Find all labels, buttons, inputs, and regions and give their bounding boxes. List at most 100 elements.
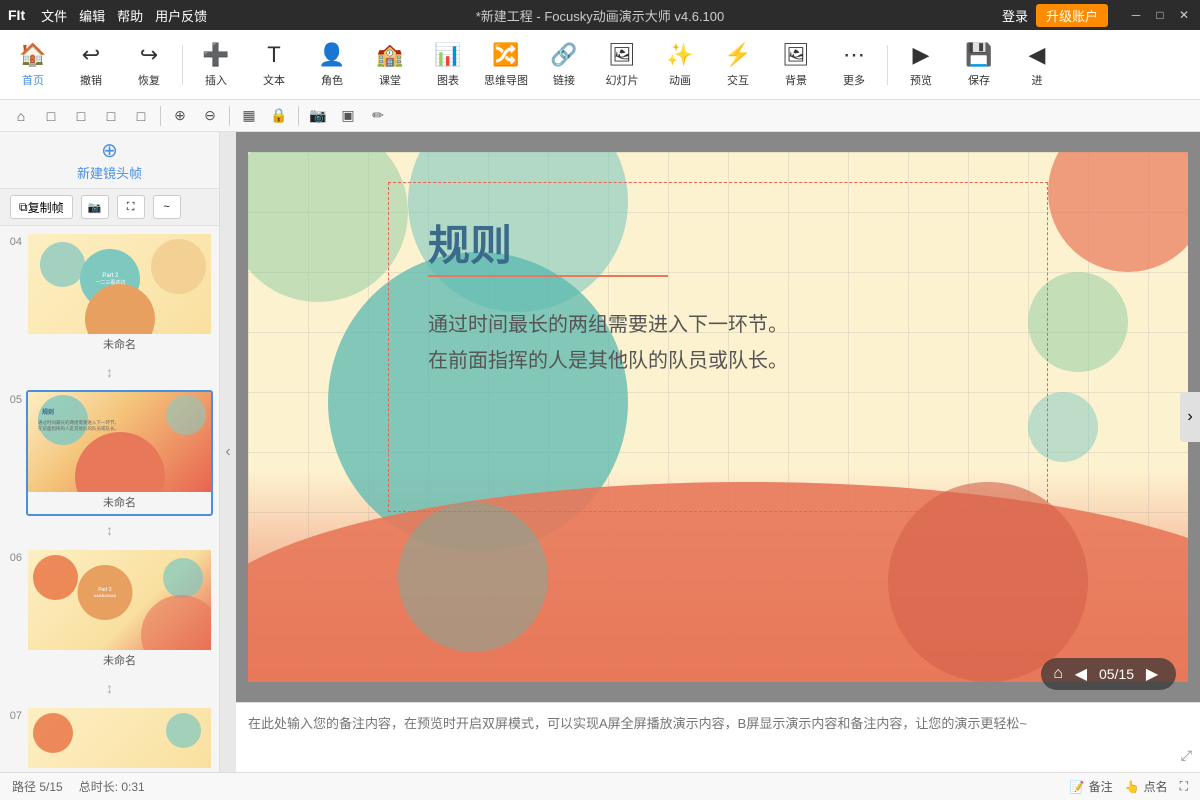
slide-item-04[interactable]: 04 Part 2 一二三看这边 未命名 (0, 226, 219, 360)
iconbar-photo[interactable]: 📷 (305, 103, 331, 129)
toolbar-redo-label: 恢复 (138, 72, 160, 88)
slide-number-04: 04 (6, 232, 26, 358)
pointname-icon: 👆 (1125, 780, 1140, 794)
title-bar-right: 登录 升级账户 ─ □ ✕ (1002, 4, 1192, 27)
fullscreen-button[interactable]: ⛶ (1180, 779, 1188, 794)
right-panel-collapse[interactable]: › (1180, 392, 1200, 442)
canvas-wrapper[interactable]: 规则 通过时间最长的两组需要进入下一环节。 在前面指挥的人是其他队的队员或队长。… (236, 132, 1200, 702)
new-frame-button[interactable]: ⊕ 新建镜头帧 (0, 132, 219, 189)
iconbar-home[interactable]: ⌂ (8, 103, 34, 129)
copy-frame-label: 复制帧 (28, 199, 64, 216)
iconbar-zoomin[interactable]: ⊕ (167, 103, 193, 129)
more-icon: ⋯ (843, 42, 865, 68)
iconbar-frame2[interactable]: □ (68, 103, 94, 129)
status-left: 路径 5/15 总时长: 0:31 (12, 778, 145, 795)
slide-item-07[interactable]: 07 (0, 700, 219, 772)
status-page-info: 路径 5/15 (12, 778, 63, 795)
toolbar-more[interactable]: ⋯ 更多 (825, 33, 883, 97)
animation-icon: ✨ (666, 42, 693, 68)
iconbar-frame1[interactable]: □ (38, 103, 64, 129)
slide-thumb-04[interactable]: Part 2 一二三看这边 未命名 (26, 232, 213, 358)
nav-icon: ◀ (1029, 42, 1046, 68)
slide-nav-next-button[interactable]: ▶ (1140, 662, 1164, 686)
slide-body-line2: 在前面指挥的人是其他队的队员或队长。 (428, 343, 788, 379)
text-icon: T (267, 42, 280, 68)
menu-edit[interactable]: 编辑 (79, 6, 105, 25)
slide-divider-06: ↕ (0, 676, 219, 700)
toolbar-slides[interactable]: 🖼 幻灯片 (593, 33, 651, 97)
toolbar-undo[interactable]: ↩ 撤销 (62, 33, 120, 97)
expand-button[interactable]: ⛶ (117, 195, 145, 219)
main-toolbar: 🏠 首页 ↩ 撤销 ↪ 恢复 ➕ 插入 T 文本 👤 角色 🏫 课堂 📊 图表 … (0, 30, 1200, 100)
slide-page-info: 05/15 (1099, 666, 1134, 682)
toolbar-nav[interactable]: ◀ 进 (1008, 33, 1066, 97)
collapse-arrow-icon: ‹ (225, 443, 230, 461)
fullscreen-icon: ⛶ (1180, 779, 1188, 794)
notes-expand-button[interactable]: ⤢ (1181, 747, 1192, 764)
app-logo: FIt (8, 7, 25, 23)
toolbar-role[interactable]: 👤 角色 (303, 33, 361, 97)
toolbar-preview[interactable]: ▶ 预览 (892, 33, 950, 97)
slide-body[interactable]: 通过时间最长的两组需要进入下一环节。 在前面指挥的人是其他队的队员或队长。 (428, 307, 788, 379)
notes-icon: 📝 (1070, 780, 1085, 794)
slide-nav-prev-button[interactable]: ◀ (1069, 662, 1093, 686)
menu-help[interactable]: 帮助 (117, 6, 143, 25)
toolbar-role-label: 角色 (321, 72, 343, 88)
pointname-button[interactable]: 👆 点名 (1125, 778, 1168, 795)
copy-frame-button[interactable]: ⧉ 复制帧 (10, 195, 73, 219)
menu-feedback[interactable]: 用户反馈 (155, 6, 207, 25)
toolbar-nav-label: 进 (1032, 72, 1043, 88)
chart-icon: 📊 (434, 42, 461, 68)
login-button[interactable]: 登录 (1002, 6, 1028, 25)
toolbar-redo[interactable]: ↪ 恢复 (120, 33, 178, 97)
upgrade-button[interactable]: 升级账户 (1036, 4, 1108, 27)
toolbar-home[interactable]: 🏠 首页 (4, 33, 62, 97)
toolbar-undo-label: 撤销 (80, 72, 102, 88)
more-frame-button[interactable]: ~ (153, 195, 181, 219)
slide-thumb-06[interactable]: Part 3 AABB/ABAB 未命名 (26, 548, 213, 674)
toolbar-bg[interactable]: 🖼 背景 (767, 33, 825, 97)
slide-nav-home-button[interactable]: ⌂ (1053, 665, 1063, 683)
slide-item-06[interactable]: 06 Part 3 AABB/ABAB 未命名 (0, 542, 219, 676)
maximize-button[interactable]: □ (1152, 7, 1168, 23)
iconbar-zoomout[interactable]: ⊖ (197, 103, 223, 129)
collapse-panel-button[interactable]: ‹ (220, 132, 236, 772)
toolbar-insert[interactable]: ➕ 插入 (187, 33, 245, 97)
toolbar-mindmap[interactable]: 🔀 思维导图 (477, 33, 535, 97)
slide-divider-04: ↕ (0, 360, 219, 384)
close-button[interactable]: ✕ (1176, 7, 1192, 23)
slide-title[interactable]: 规则 (428, 212, 788, 273)
toolbar-interact[interactable]: ⚡ 交互 (709, 33, 767, 97)
slide-divider-05: ↕ (0, 518, 219, 542)
iconbar-frame3[interactable]: □ (98, 103, 124, 129)
canvas-area: 规则 通过时间最长的两组需要进入下一环节。 在前面指挥的人是其他队的队员或队长。… (236, 132, 1200, 772)
iconbar-frame4[interactable]: □ (128, 103, 154, 129)
notes-button[interactable]: 📝 备注 (1070, 778, 1113, 795)
slide-thumb-07[interactable] (26, 706, 213, 770)
iconbar-lock[interactable]: 🔒 (266, 103, 292, 129)
notes-input[interactable] (248, 713, 1188, 763)
slide-thumb-05[interactable]: 规则 通过时间最长的两组需要进入下一环节。在前面指挥的人是其他队的队员或队长。 … (26, 390, 213, 516)
link-icon: 🔗 (550, 42, 577, 68)
camera-button[interactable]: 📷 (81, 195, 109, 219)
bg-circle-r1 (1028, 272, 1128, 372)
slide-item-05[interactable]: 05 规则 通过时间最长的两组需要进入下一环节。在前面指挥的人是其他队的队员或队… (0, 384, 219, 518)
toolbar-link[interactable]: 🔗 链接 (535, 33, 593, 97)
minimize-button[interactable]: ─ (1128, 7, 1144, 23)
iconbar-select[interactable]: ▣ (335, 103, 361, 129)
interact-icon: ⚡ (724, 42, 751, 68)
title-bar-menu: 文件 编辑 帮助 用户反馈 (41, 6, 207, 25)
home-icon: 🏠 (19, 42, 46, 68)
menu-file[interactable]: 文件 (41, 6, 67, 25)
iconbar-edit[interactable]: ✏ (365, 103, 391, 129)
toolbar-text[interactable]: T 文本 (245, 33, 303, 97)
plus-icon: ⊕ (101, 138, 118, 163)
toolbar-animation[interactable]: ✨ 动画 (651, 33, 709, 97)
status-duration: 总时长: 0:31 (79, 778, 145, 795)
iconbar-grid[interactable]: ▦ (236, 103, 262, 129)
toolbar-class[interactable]: 🏫 课堂 (361, 33, 419, 97)
toolbar-chart[interactable]: 📊 图表 (419, 33, 477, 97)
role-icon: 👤 (318, 42, 345, 68)
slide-canvas[interactable]: 规则 通过时间最长的两组需要进入下一环节。 在前面指挥的人是其他队的队员或队长。 (248, 152, 1188, 682)
toolbar-save[interactable]: 💾 保存 (950, 33, 1008, 97)
